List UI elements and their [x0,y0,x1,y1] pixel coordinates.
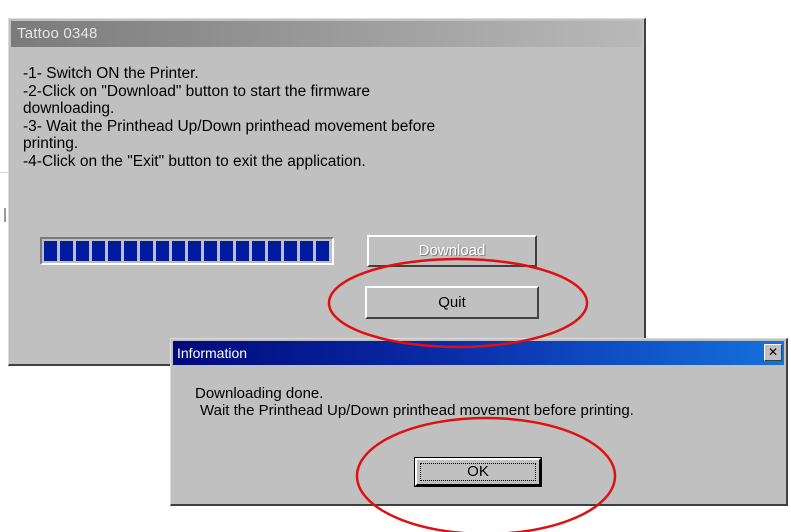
main-titlebar[interactable]: Tattoo 0348 [11,21,642,47]
close-icon[interactable]: ✕ [764,344,782,361]
info-message-line: Downloading done. [195,385,324,402]
instruction-line: printing. [23,135,79,152]
background-mark [4,208,6,222]
instructions-text: -1- Switch ON the Printer. -2-Click on "… [23,65,623,170]
quit-button[interactable]: Quit [365,286,539,319]
download-progress-bar [40,237,334,265]
progress-fill [44,241,330,261]
main-window: Tattoo 0348 -1- Switch ON the Printer. -… [8,18,646,366]
info-message: Downloading done. Wait the Printhead Up/… [195,385,634,419]
instruction-line: -4-Click on the "Exit" button to exit th… [23,152,366,170]
info-message-line: Wait the Printhead Up/Down printhead mov… [200,402,634,419]
instruction-line: -2-Click on "Download" button to start t… [23,82,370,100]
download-button[interactable]: Download [367,235,537,267]
instruction-line: -3- Wait the Printhead Up/Down printhead… [23,117,436,135]
instruction-line: downloading. [23,100,115,117]
info-dialog-title: Information [177,345,248,361]
main-window-title: Tattoo 0348 [17,25,98,42]
info-titlebar[interactable]: Information ✕ [173,341,784,365]
ok-button[interactable]: OK [414,457,542,487]
ok-button-label: OK [467,463,489,480]
instruction-line: -1- Switch ON the Printer. [23,65,199,82]
information-dialog: Information ✕ Downloading done. Wait the… [170,338,788,506]
